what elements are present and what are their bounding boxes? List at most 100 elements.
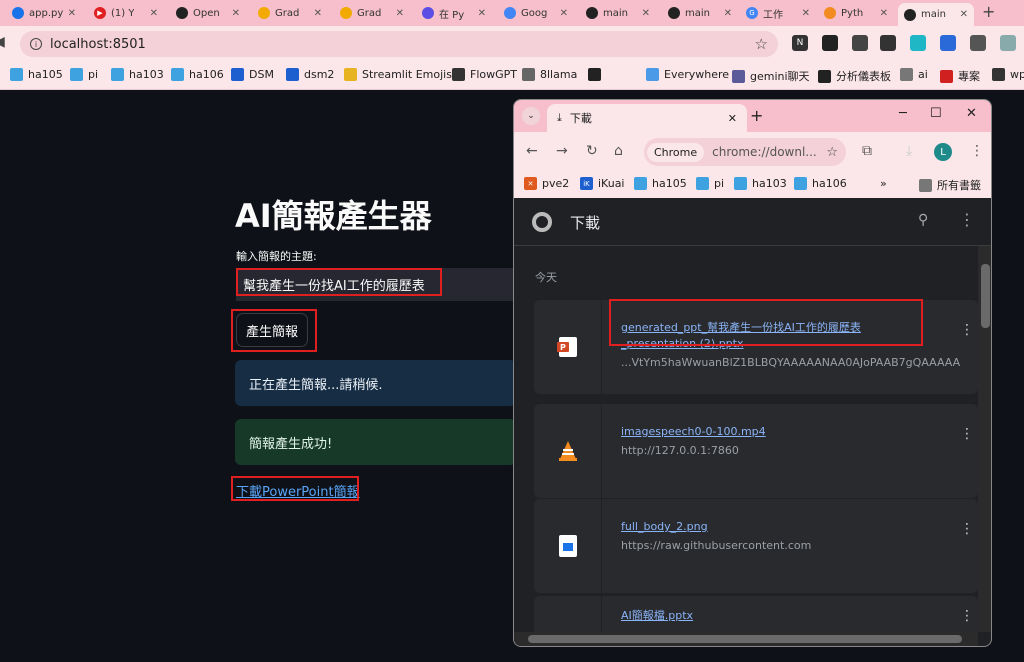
bookmark-item[interactable]: 專案 [940, 68, 980, 84]
github-icon [176, 7, 188, 19]
more-icon[interactable]: ⋮ [960, 608, 974, 624]
file-name-link[interactable]: generated_ppt_幫我產生一份找AI工作的履歷表_presentati… [621, 320, 931, 352]
extension-icon[interactable] [880, 35, 896, 51]
bookmark-item[interactable]: Streamlit Emojis [344, 68, 452, 81]
topic-input[interactable] [236, 268, 516, 301]
more-icon[interactable]: ⋮ [960, 521, 974, 537]
tab-search-icon[interactable]: ⌄ [522, 107, 540, 125]
close-icon[interactable]: ✕ [638, 8, 650, 19]
bookmark-item[interactable]: 分析儀表板 [818, 68, 891, 84]
close-icon[interactable]: ✕ [556, 8, 568, 19]
bookmark-item[interactable]: iK iKuai [580, 177, 625, 190]
more-bookmarks-button[interactable]: » [880, 177, 887, 190]
close-icon[interactable]: ✕ [728, 112, 737, 125]
notion-icon[interactable]: N [792, 35, 808, 51]
extension-icon[interactable] [910, 35, 926, 51]
extension-icon[interactable] [1000, 35, 1016, 51]
close-icon[interactable]: ✕ [64, 8, 76, 19]
close-icon[interactable]: ✕ [798, 8, 810, 19]
file-name-link[interactable]: AI簡報檔.pptx [621, 608, 931, 624]
browser-tab[interactable]: Goog ✕ [498, 2, 574, 24]
bookmark-item[interactable]: ✕ pve2 [524, 177, 569, 190]
generate-button[interactable]: 產生簡報 [236, 313, 308, 347]
more-icon[interactable]: ⋮ [960, 322, 974, 338]
bookmark-item[interactable]: DSM [231, 68, 274, 81]
powerpoint-file-icon: P [556, 337, 577, 357]
browser-tab[interactable]: app.py ✕ [6, 2, 82, 24]
file-name-link[interactable]: imagespeech0-0-100.mp4 [621, 424, 931, 440]
file-name-link[interactable]: full_body_2.png [621, 519, 931, 535]
reload-icon[interactable]: ↻ [586, 143, 598, 159]
scroll-thumb[interactable] [981, 264, 990, 328]
all-bookmarks-button[interactable]: 所有書籤 [919, 177, 981, 193]
extension-icon[interactable] [822, 35, 838, 51]
bookmark-item[interactable] [588, 68, 606, 81]
info-icon[interactable]: i [30, 38, 42, 50]
minimize-icon[interactable]: ─ [899, 106, 907, 121]
download-link[interactable]: 下載PowerPoint簡報 [236, 481, 360, 500]
more-icon[interactable]: ⋮ [959, 210, 975, 229]
back-arrow-icon[interactable]: ◀ [0, 34, 5, 50]
extension-icon[interactable] [852, 35, 868, 51]
bookmark-item[interactable]: gemini聊天 [732, 68, 810, 84]
omnibox[interactable]: Chrome chrome://downl... ☆ [644, 138, 846, 166]
close-icon[interactable]: ✕ [720, 8, 732, 19]
close-icon[interactable]: ✕ [956, 9, 968, 20]
bookmark-star-icon[interactable]: ☆ [755, 35, 768, 53]
browser-tab[interactable]: main ✕ [662, 2, 738, 24]
bookmark-item[interactable]: ha103 [734, 177, 787, 190]
info-alert: 正在產生簡報...請稍候. [235, 360, 516, 406]
maximize-icon[interactable]: ☐ [930, 106, 942, 121]
bookmark-star-icon[interactable]: ☆ [826, 145, 838, 160]
close-icon[interactable]: ✕ [876, 8, 888, 19]
browser-tab[interactable]: Grad ✕ [252, 2, 328, 24]
omnibox[interactable]: i localhost:8501 ☆ [20, 31, 778, 57]
streamlit-icon [668, 7, 680, 19]
browser-tab[interactable]: G 工作 ✕ [740, 2, 816, 24]
home-icon[interactable]: ⌂ [614, 143, 623, 159]
browser-tab[interactable]: main ✕ [580, 2, 656, 24]
bookmark-item[interactable]: ha105 [10, 68, 63, 81]
extension-icon[interactable] [940, 35, 956, 51]
close-window-icon[interactable]: ✕ [966, 106, 977, 121]
bookmark-item[interactable]: ha106 [794, 177, 847, 190]
search-icon[interactable]: ⚲ [918, 212, 928, 228]
horizontal-scrollbar[interactable] [514, 632, 978, 646]
bookmark-item[interactable]: ai [900, 68, 928, 81]
vertical-scrollbar[interactable] [978, 246, 991, 632]
browser-tab[interactable]: ▶ (1) Y ✕ [88, 2, 164, 24]
new-tab-button[interactable]: + [750, 106, 763, 125]
bookmark-item[interactable]: wp [992, 68, 1024, 81]
close-icon[interactable]: ✕ [392, 8, 404, 19]
menu-icon[interactable]: ⋮ [970, 143, 984, 159]
avatar[interactable]: L [934, 143, 952, 161]
close-icon[interactable]: ✕ [146, 8, 158, 19]
bookmark-item[interactable]: FlowGPT [452, 68, 517, 81]
bookmark-item[interactable]: ha103 [111, 68, 164, 81]
bookmark-item[interactable]: pi [696, 177, 724, 190]
browser-tab[interactable]: Pyth ✕ [818, 2, 894, 24]
scroll-thumb[interactable] [528, 635, 962, 643]
browser-tab[interactable]: Grad ✕ [334, 2, 410, 24]
forward-icon[interactable]: → [556, 143, 568, 159]
close-icon[interactable]: ✕ [474, 8, 486, 19]
bookmark-item[interactable]: ha106 [171, 68, 224, 81]
download-icon[interactable]: ⤓ [906, 143, 912, 159]
close-icon[interactable]: ✕ [228, 8, 240, 19]
bookmark-item[interactable]: dsm2 [286, 68, 334, 81]
download-item: imagespeech0-0-100.mp4 http://127.0.0.1:… [534, 404, 978, 498]
bookmark-item[interactable]: 8llama [522, 68, 577, 81]
downloads-tab[interactable]: ⤓ 下載 ✕ [547, 104, 747, 132]
bookmark-item[interactable]: pi [70, 68, 98, 81]
back-icon[interactable]: ← [526, 143, 538, 159]
browser-tab-active[interactable]: main ✕ [898, 3, 974, 26]
close-icon[interactable]: ✕ [310, 8, 322, 19]
new-tab-button[interactable]: + [982, 2, 995, 21]
bookmark-item[interactable]: ha105 [634, 177, 687, 190]
bookmark-item[interactable]: Everywhere [646, 68, 729, 81]
extension-icon[interactable] [970, 35, 986, 51]
more-icon[interactable]: ⋮ [960, 426, 974, 442]
extensions-icon[interactable]: ⧉ [862, 143, 872, 159]
browser-tab[interactable]: 在 Py ✕ [416, 2, 492, 24]
browser-tab[interactable]: Open ✕ [170, 2, 246, 24]
